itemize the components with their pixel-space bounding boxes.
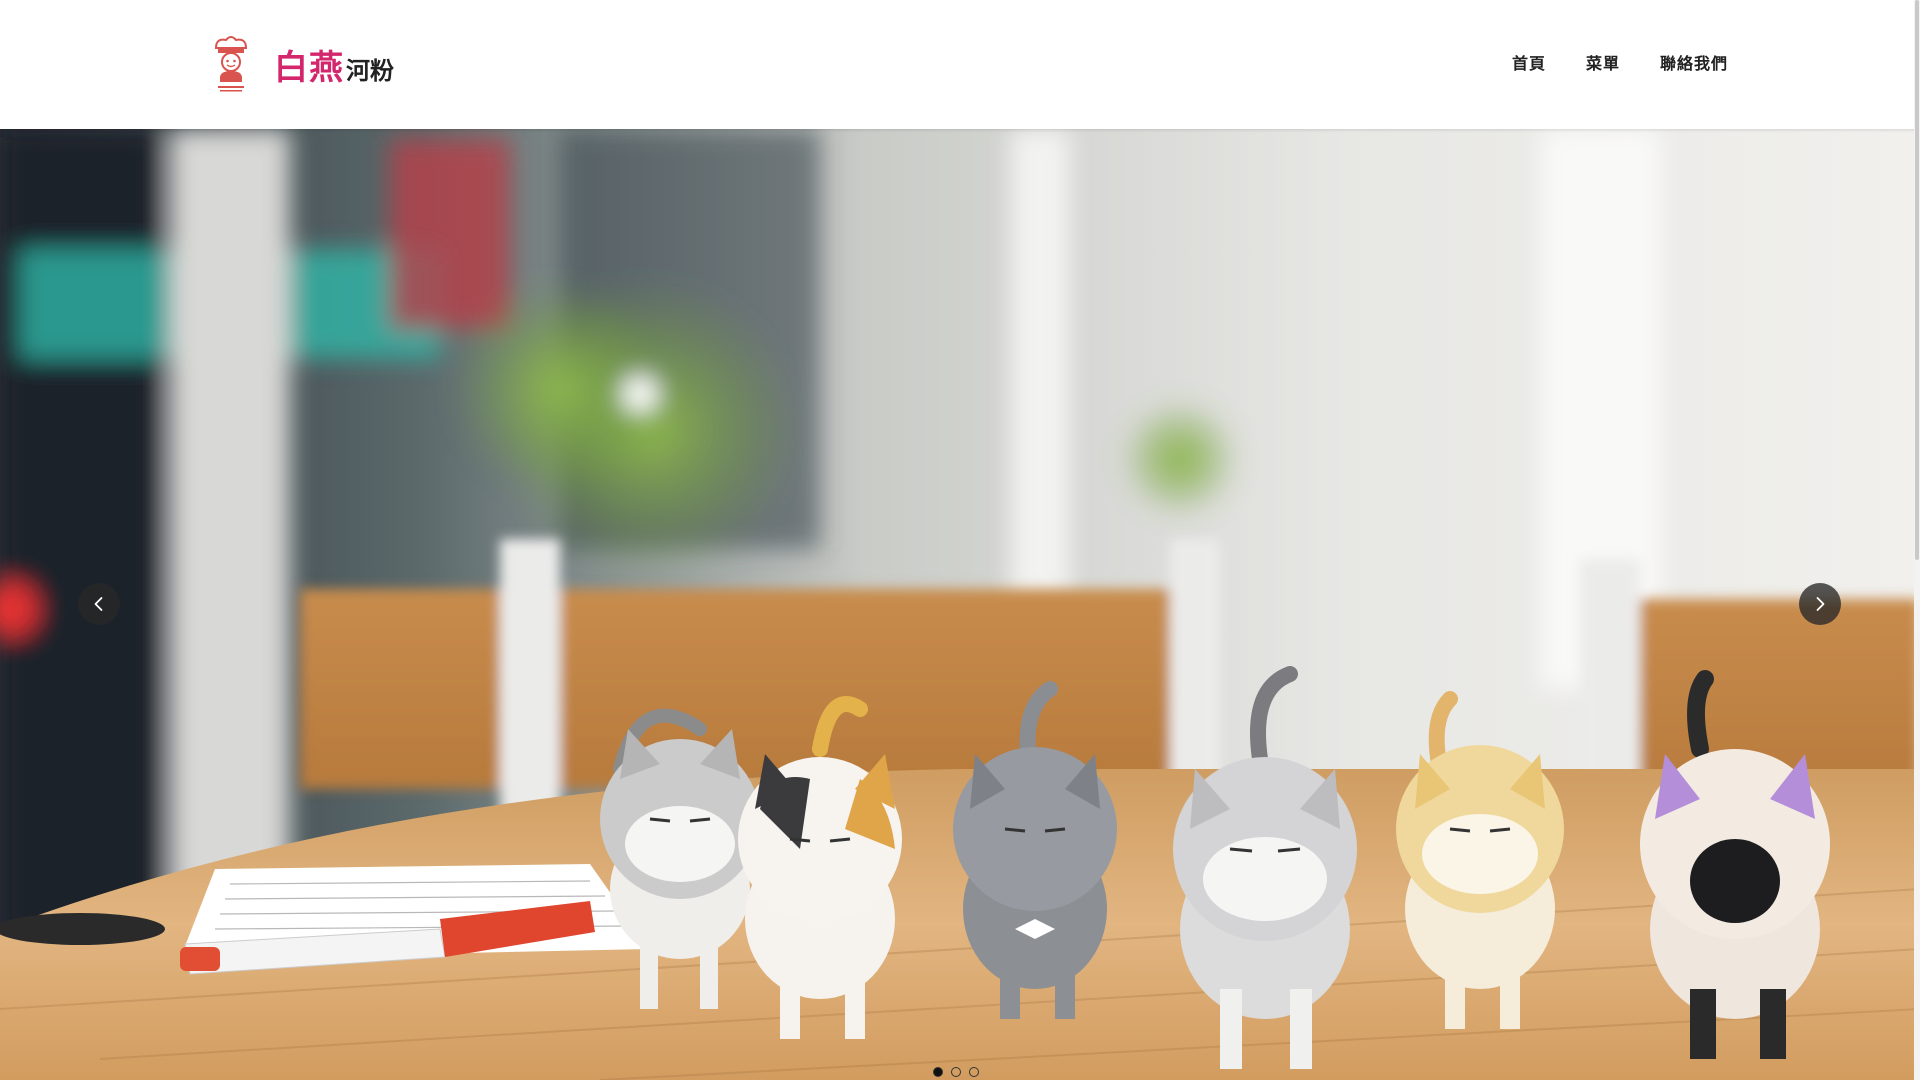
main-nav: 首頁 菜單 聯絡我們 (1512, 50, 1728, 78)
slider-pagination (933, 1067, 979, 1077)
slider-dot-1[interactable] (933, 1067, 943, 1077)
slider-dot-3[interactable] (969, 1067, 979, 1077)
chevron-right-icon (1816, 597, 1825, 611)
brand-name-sub: 河粉 (346, 56, 394, 85)
chevron-left-icon (94, 597, 103, 611)
site-header: 白燕 河粉 首頁 菜單 聯絡我們 (0, 0, 1920, 129)
nav-link-menu[interactable]: 菜單 (1586, 50, 1620, 78)
chef-mascot-logo-icon (214, 36, 248, 92)
slider-next-button[interactable] (1799, 583, 1841, 625)
slider-dot-2[interactable] (951, 1067, 961, 1077)
cat-figurines-on-table-photo (0, 129, 1920, 1080)
nav-link-contact[interactable]: 聯絡我們 (1660, 50, 1728, 78)
brand-name: 白燕 河粉 (274, 40, 394, 89)
nav-link-home[interactable]: 首頁 (1512, 50, 1546, 78)
slider-prev-button[interactable] (78, 583, 120, 625)
brand-name-main: 白燕 (274, 47, 344, 88)
brand-logo-link[interactable]: 白燕 河粉 (208, 34, 394, 94)
page-scrollbar[interactable] (1914, 0, 1920, 1080)
scrollbar-thumb[interactable] (1915, 0, 1919, 560)
page: 白燕 河粉 首頁 菜單 聯絡我們 (0, 0, 1920, 1080)
hero-slider (0, 129, 1920, 1080)
